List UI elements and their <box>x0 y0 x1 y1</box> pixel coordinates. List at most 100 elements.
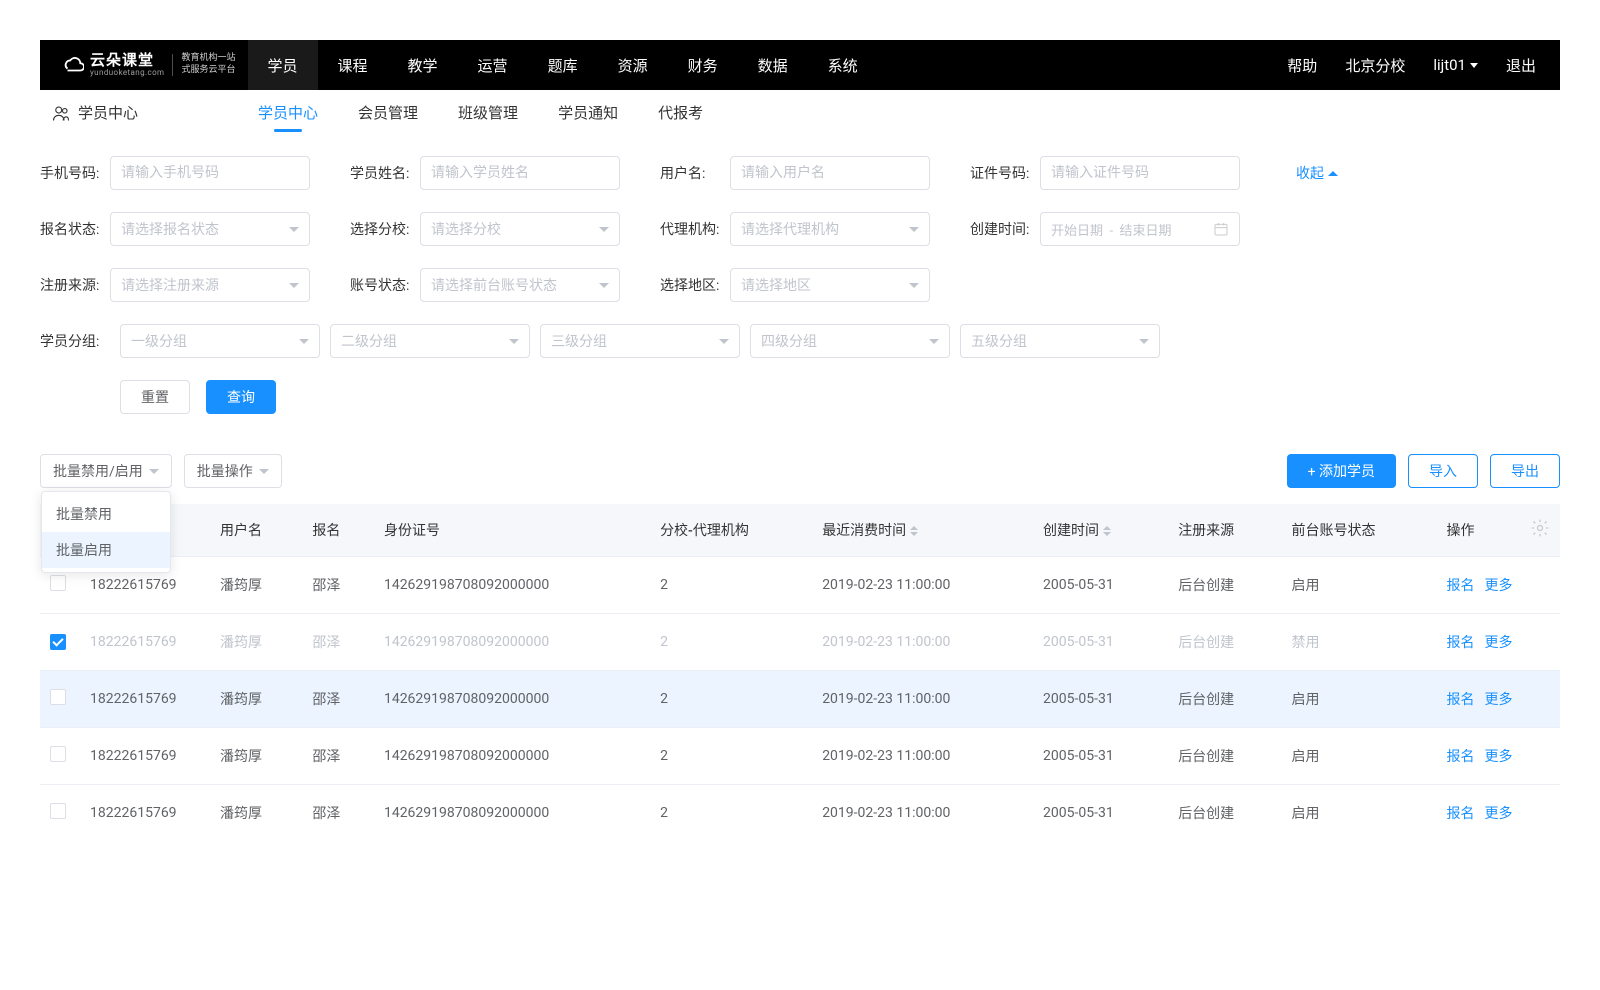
batch-toggle-dropdown[interactable]: 批量禁用/启用 批量禁用 批量启用 <box>40 454 172 488</box>
chevron-down-icon <box>289 283 299 288</box>
sort-icon <box>910 526 918 536</box>
col-branch: 分校-代理机构 <box>650 504 812 557</box>
enroll-link[interactable]: 报名 <box>1446 749 1474 765</box>
export-button[interactable]: 导出 <box>1490 454 1560 488</box>
topnav-item[interactable]: 运营 <box>458 40 528 90</box>
subnav-item[interactable]: 会员管理 <box>338 90 438 136</box>
topnav-item[interactable]: 系统 <box>808 40 878 90</box>
row-checkbox[interactable] <box>50 803 66 819</box>
col-last-spend[interactable]: 最近消费时间 <box>812 504 1033 557</box>
region-select[interactable]: 请选择地区 <box>730 268 930 302</box>
col-status: 前台账号状态 <box>1281 504 1436 557</box>
col-enroll: 报名 <box>302 504 374 557</box>
enroll-link[interactable]: 报名 <box>1446 578 1474 594</box>
name-input[interactable] <box>420 156 620 190</box>
cell-branch: 2 <box>650 671 812 728</box>
table-row: 18222615769潘筠厚邵泽142629198708092000000220… <box>40 785 1560 842</box>
cell-phone: 18222615769 <box>80 614 210 671</box>
calendar-icon <box>1213 221 1229 237</box>
username-input[interactable] <box>730 156 930 190</box>
cell-idno: 142629198708092000000 <box>374 557 650 614</box>
chevron-down-icon <box>289 227 299 232</box>
gear-icon[interactable] <box>1530 526 1550 542</box>
logout-link[interactable]: 退出 <box>1492 40 1550 90</box>
help-link[interactable]: 帮助 <box>1273 40 1331 90</box>
idno-input[interactable] <box>1040 156 1240 190</box>
logo-desc2: 式服务云平台 <box>181 65 235 77</box>
idno-label: 证件号码: <box>970 163 1040 183</box>
subnav-item[interactable]: 学员通知 <box>538 90 638 136</box>
enroll-status-select[interactable]: 请选择报名状态 <box>110 212 310 246</box>
created-daterange[interactable]: 开始日期 - 结束日期 <box>1040 212 1240 246</box>
cell-status: 启用 <box>1281 785 1436 842</box>
cell-status: 禁用 <box>1281 614 1436 671</box>
reg-source-label: 注册来源: <box>40 275 110 295</box>
section-title: 学员中心 <box>78 102 138 123</box>
enroll-link[interactable]: 报名 <box>1446 806 1474 822</box>
agency-select[interactable]: 请选择代理机构 <box>730 212 930 246</box>
col-created[interactable]: 创建时间 <box>1033 504 1168 557</box>
enroll-link[interactable]: 报名 <box>1446 692 1474 708</box>
collapse-toggle[interactable]: 收起 <box>1296 163 1338 183</box>
search-button[interactable]: 查询 <box>206 380 276 414</box>
more-link[interactable]: 更多 <box>1484 578 1512 594</box>
logo[interactable]: 云朵课堂 yunduoketang.com 教育机构一站 式服务云平台 <box>50 52 248 77</box>
cell-username: 潘筠厚 <box>210 557 302 614</box>
add-student-button[interactable]: + 添加学员 <box>1287 454 1396 488</box>
group-level-select[interactable]: 一级分组 <box>120 324 320 358</box>
topnav-item[interactable]: 数据 <box>738 40 808 90</box>
logo-desc1: 教育机构一站 <box>181 53 235 65</box>
branch-selector[interactable]: 北京分校 <box>1331 40 1419 90</box>
topnav-item[interactable]: 教学 <box>388 40 458 90</box>
more-link[interactable]: 更多 <box>1484 692 1512 708</box>
cell-created: 2005-05-31 <box>1033 671 1168 728</box>
group-level-select[interactable]: 四级分组 <box>750 324 950 358</box>
topnav-item[interactable]: 资源 <box>598 40 668 90</box>
batch-disable-item[interactable]: 批量禁用 <box>42 496 170 532</box>
branch-select[interactable]: 请选择分校 <box>420 212 620 246</box>
user-menu[interactable]: lijt01 <box>1419 40 1492 90</box>
topnav-item[interactable]: 学员 <box>248 40 318 90</box>
chevron-down-icon <box>599 227 609 232</box>
row-checkbox[interactable] <box>50 575 66 591</box>
cell-phone: 18222615769 <box>80 671 210 728</box>
cell-username: 潘筠厚 <box>210 614 302 671</box>
account-status-label: 账号状态: <box>350 275 420 295</box>
caret-down-icon <box>1470 63 1478 68</box>
chevron-down-icon <box>599 283 609 288</box>
group-label: 学员分组: <box>40 331 120 351</box>
more-link[interactable]: 更多 <box>1484 749 1512 765</box>
topnav-item[interactable]: 课程 <box>318 40 388 90</box>
subnav-item[interactable]: 学员中心 <box>238 90 338 136</box>
cell-status: 启用 <box>1281 557 1436 614</box>
cell-source: 后台创建 <box>1168 614 1281 671</box>
topnav-item[interactable]: 题库 <box>528 40 598 90</box>
filter-panel: 手机号码: 学员姓名: 用户名: 证件号码: 收起 报名状态:请选择报名状态 选… <box>40 136 1560 424</box>
reset-button[interactable]: 重置 <box>120 380 190 414</box>
subnav-item[interactable]: 代报考 <box>638 90 723 136</box>
cell-source: 后台创建 <box>1168 671 1281 728</box>
cell-branch: 2 <box>650 785 812 842</box>
batch-op-dropdown[interactable]: 批量操作 <box>184 454 282 488</box>
row-checkbox[interactable] <box>50 689 66 705</box>
enroll-link[interactable]: 报名 <box>1446 635 1474 651</box>
col-op: 操作 <box>1436 504 1520 557</box>
phone-input[interactable] <box>110 156 310 190</box>
more-link[interactable]: 更多 <box>1484 806 1512 822</box>
reg-source-select[interactable]: 请选择注册来源 <box>110 268 310 302</box>
group-level-select[interactable]: 三级分组 <box>540 324 740 358</box>
agency-label: 代理机构: <box>660 219 730 239</box>
import-button[interactable]: 导入 <box>1408 454 1478 488</box>
batch-enable-item[interactable]: 批量启用 <box>42 532 170 568</box>
more-link[interactable]: 更多 <box>1484 635 1512 651</box>
row-checkbox[interactable] <box>50 746 66 762</box>
row-checkbox[interactable] <box>50 634 66 650</box>
topnav-item[interactable]: 财务 <box>668 40 738 90</box>
created-label: 创建时间: <box>970 219 1040 239</box>
cell-op: 报名更多 <box>1436 728 1560 785</box>
group-level-select[interactable]: 五级分组 <box>960 324 1160 358</box>
subnav-item[interactable]: 班级管理 <box>438 90 538 136</box>
group-level-select[interactable]: 二级分组 <box>330 324 530 358</box>
cell-branch: 2 <box>650 557 812 614</box>
account-status-select[interactable]: 请选择前台账号状态 <box>420 268 620 302</box>
